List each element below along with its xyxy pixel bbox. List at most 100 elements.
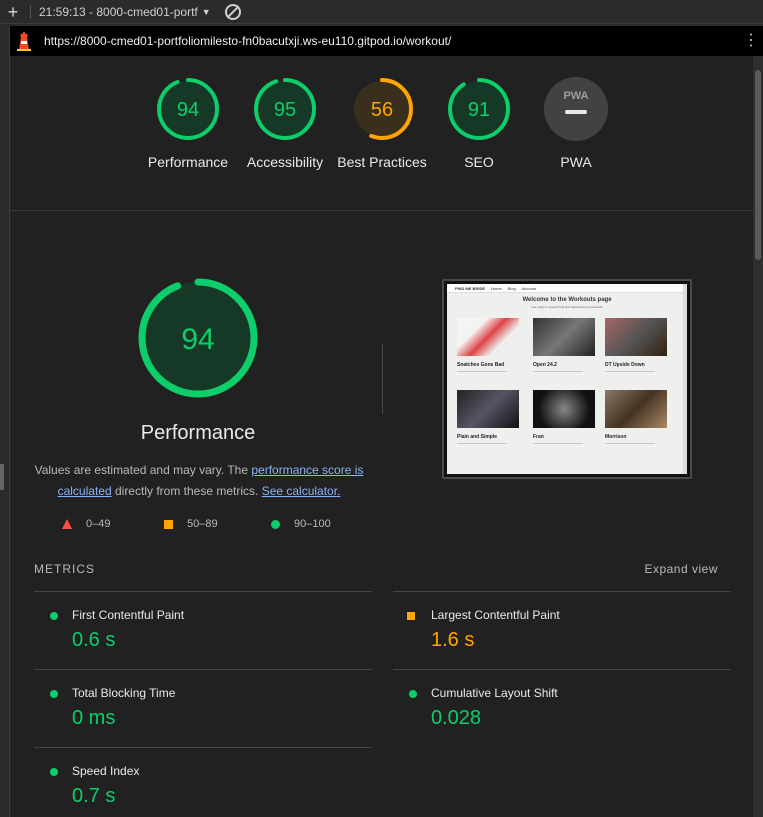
metric-name: Largest Contentful Paint <box>431 608 560 622</box>
gauge-seo-score: 91 <box>468 99 490 121</box>
metric-value: 1.6 s <box>431 629 475 651</box>
see-calculator-link[interactable]: See calculator. <box>262 484 341 498</box>
pass-circle-icon <box>50 768 58 776</box>
legend-pass-text: 90–100 <box>294 518 331 530</box>
screenshot-card: Morrison <box>605 390 667 444</box>
metric-name: Speed Index <box>72 764 140 778</box>
screenshot-nav-item: Home <box>491 286 502 291</box>
devtools-tab-bar: + 21:59:13 - 8000-cmed01-portf ▼ <box>0 0 763 24</box>
card-name: Morrison <box>605 434 627 440</box>
vertical-divider <box>382 344 383 414</box>
performance-big-score: 94 <box>181 323 214 356</box>
pass-circle-icon <box>271 519 280 529</box>
metric-value: 0 ms <box>72 707 116 729</box>
card-line <box>605 443 655 444</box>
report-url-bar: https://8000-cmed01-portfoliomilesto-fn0… <box>10 26 763 56</box>
legend-pass: 90–100 <box>271 518 331 530</box>
card-name: Plain and Simple <box>457 434 498 440</box>
metrics-heading: METRICS <box>34 562 95 576</box>
legend-average: 50–89 <box>164 518 218 530</box>
performance-title: Performance <box>140 422 256 444</box>
gauge-best-practices-label: Best Practices <box>337 154 427 170</box>
card-image <box>533 318 595 356</box>
gauge-accessibility-label: Accessibility <box>246 154 324 170</box>
metric-speed-index[interactable]: Speed Index 0.7 s <box>34 747 372 817</box>
final-screenshot[interactable]: FIND ME BRIDE Home Blog Account Welcome … <box>442 279 692 479</box>
performance-big-gauge: 94 <box>138 278 258 398</box>
screenshot-card: DT Upside Down <box>605 318 667 372</box>
report-tab-title[interactable]: 21:59:13 - 8000-cmed01-portf <box>39 5 198 19</box>
pass-circle-icon <box>50 612 58 620</box>
screenshot-scrollbar <box>683 284 687 474</box>
card-name: Fran <box>533 434 544 440</box>
metric-value: 0.028 <box>431 707 482 729</box>
tab-dropdown-caret-icon[interactable]: ▼ <box>202 7 211 17</box>
card-name: Open 24.2 <box>533 362 557 368</box>
gauge-performance-label: Performance <box>147 154 229 170</box>
screenshot-subtitle: Get ready to sweat! Find and download fr… <box>531 305 603 309</box>
card-image <box>457 318 519 356</box>
gauge-accessibility-ring: 95 <box>254 78 316 140</box>
gutter-handle[interactable] <box>0 464 4 490</box>
gauge-accessibility-score: 95 <box>274 99 296 121</box>
metric-value: 0.7 s <box>72 785 116 807</box>
screenshot-card: Snatches Gone Bad <box>457 318 519 372</box>
expand-view-toggle[interactable]: Expand view <box>644 562 718 576</box>
legend-average-text: 50–89 <box>187 518 218 530</box>
more-options-icon[interactable]: ⋮ <box>739 33 763 49</box>
pass-circle-icon <box>409 690 417 698</box>
card-image <box>605 318 667 356</box>
gauge-performance[interactable]: 94 Performance <box>140 76 236 172</box>
average-square-icon <box>407 612 415 620</box>
screenshot-card: Plain and Simple <box>457 390 519 444</box>
gauge-pwa-label: PWA <box>560 154 592 170</box>
gauge-best-practices-ring: 56 <box>351 78 413 140</box>
pwa-badge-icon: PWA <box>544 77 608 141</box>
gauge-pwa[interactable]: PWA PWA <box>528 76 624 172</box>
report-scrollbar[interactable] <box>753 56 763 817</box>
gauge-best-practices[interactable]: 56 Best Practices <box>334 76 430 172</box>
screenshot-nav: FIND ME BRIDE Home Blog Account <box>447 284 687 293</box>
performance-note: Values are estimated and may vary. The p… <box>34 460 364 502</box>
card-image <box>457 390 519 428</box>
screenshot-title: Welcome to the Workouts page <box>522 297 612 303</box>
new-tab-plus-icon[interactable]: + <box>0 0 26 24</box>
scrollbar-thumb[interactable] <box>755 70 761 260</box>
lighthouse-logo-icon <box>10 26 38 56</box>
pwa-badge-text: PWA <box>563 90 588 102</box>
screenshot-nav-item: Blog <box>507 286 516 291</box>
metric-largest-contentful-paint[interactable]: Largest Contentful Paint 1.6 s <box>393 591 731 669</box>
pass-circle-icon <box>50 690 58 698</box>
screenshot-card: Fran <box>533 390 595 444</box>
legend-fail: 0–49 <box>62 518 110 530</box>
card-line <box>533 443 583 444</box>
left-gutter <box>0 26 10 817</box>
gauge-performance-ring: 94 <box>157 78 219 140</box>
gauge-seo[interactable]: 91 SEO <box>431 76 527 172</box>
card-line <box>605 371 655 372</box>
average-square-icon <box>164 519 173 529</box>
lighthouse-report: 94 Performance 95 Accessibility 56 Best … <box>10 56 753 817</box>
gauge-accessibility[interactable]: 95 Accessibility <box>237 76 333 172</box>
screenshot-brand: FIND ME BRIDE <box>455 286 485 291</box>
page-url-text[interactable]: https://8000-cmed01-portfoliomilesto-fn0… <box>44 34 739 48</box>
gauge-performance-score: 94 <box>177 99 199 121</box>
category-gauges: 94 Performance 95 Accessibility 56 Best … <box>10 56 753 211</box>
legend-fail-text: 0–49 <box>86 518 111 530</box>
metric-cumulative-layout-shift[interactable]: Cumulative Layout Shift 0.028 <box>393 669 731 747</box>
metric-total-blocking-time[interactable]: Total Blocking Time 0 ms <box>34 669 372 747</box>
clear-block-icon[interactable] <box>224 3 241 20</box>
note-text-2: directly from these metrics. <box>111 484 262 498</box>
note-text-1: Values are estimated and may vary. The <box>34 463 252 477</box>
card-line <box>457 443 507 444</box>
fail-triangle-icon <box>62 519 72 529</box>
metric-name: First Contentful Paint <box>72 608 185 622</box>
gauge-seo-label: SEO <box>464 154 494 170</box>
metric-first-contentful-paint[interactable]: First Contentful Paint 0.6 s <box>34 591 372 669</box>
metric-name: Cumulative Layout Shift <box>431 686 558 700</box>
gauge-best-practices-score: 56 <box>371 99 393 121</box>
card-image <box>533 390 595 428</box>
metric-name: Total Blocking Time <box>72 686 176 700</box>
tab-separator <box>30 4 31 19</box>
metric-value: 0.6 s <box>72 629 116 651</box>
